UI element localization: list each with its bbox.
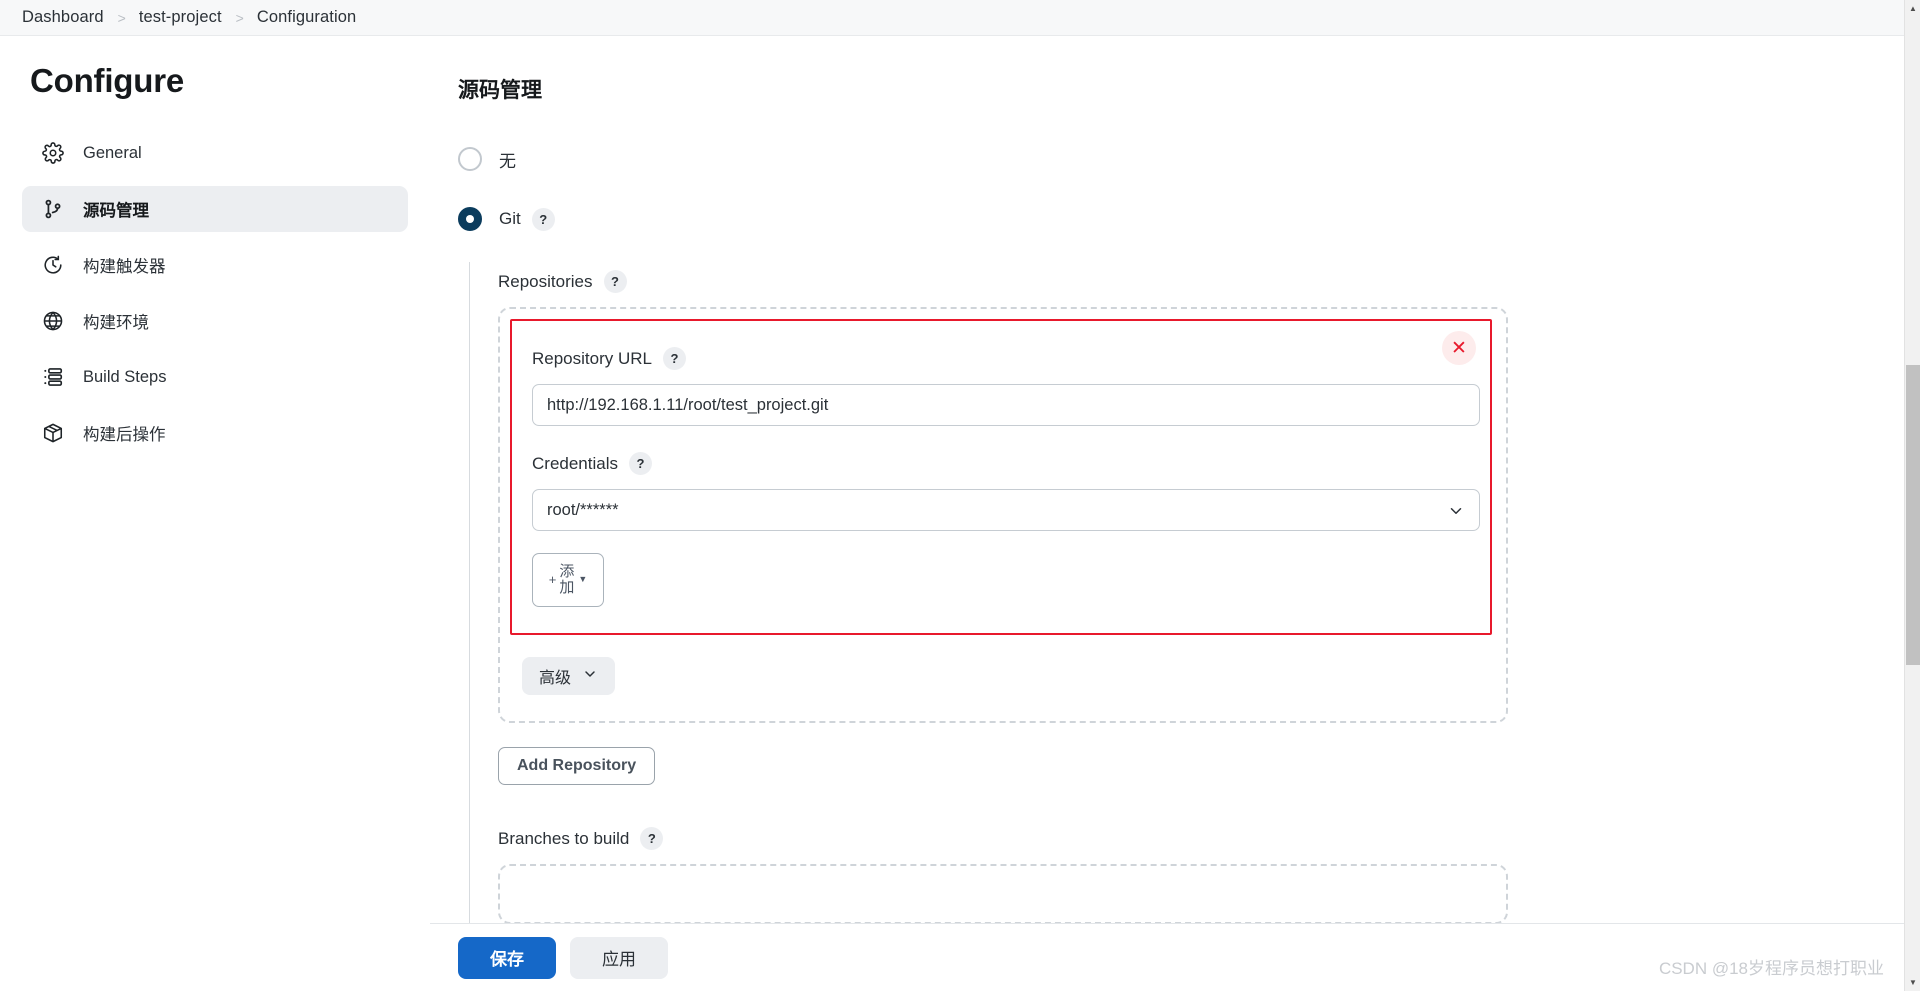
help-icon-repository-url[interactable]: ? [663, 347, 686, 370]
sidebar-item-label: 构建环境 [83, 314, 149, 332]
clock-icon [40, 252, 66, 278]
sidebar-item-label: Build Steps [83, 367, 167, 386]
breadcrumb: Dashboard > test-project > Configuration [0, 0, 1904, 36]
breadcrumb-item-configuration[interactable]: Configuration [257, 8, 356, 27]
git-settings-block: Repositories ? ✕ Repository URL ? Creden… [469, 262, 1904, 924]
plus-icon: + [548, 572, 557, 588]
sidebar-item-general[interactable]: General [22, 130, 408, 176]
add-credentials-button[interactable]: + 添加 ▼ [532, 553, 604, 607]
breadcrumb-item-project[interactable]: test-project [139, 8, 222, 27]
add-repository-button[interactable]: Add Repository [498, 747, 656, 785]
help-icon-branches[interactable]: ? [640, 827, 664, 850]
sidebar-item-label: 源码管理 [83, 202, 149, 220]
branches-to-build-label: Branches to build [498, 828, 630, 848]
help-icon-git[interactable]: ? [531, 207, 555, 231]
page-scrollbar[interactable]: ▲ ▼ [1904, 0, 1920, 991]
list-steps-icon [40, 364, 66, 390]
add-credentials-label: 添加 [559, 563, 575, 596]
credentials-select[interactable]: root/****** [532, 489, 1480, 531]
page-title: Configure [30, 62, 185, 99]
advanced-button[interactable]: 高级 [522, 657, 616, 695]
close-icon[interactable]: ✕ [1442, 331, 1476, 365]
radio-none-label: 无 [499, 151, 516, 171]
sidebar-item-build-environment[interactable]: 构建环境 [22, 298, 408, 344]
package-box-icon [40, 420, 66, 446]
repositories-label: Repositories [498, 271, 593, 291]
help-icon-credentials[interactable]: ? [629, 452, 652, 475]
radio-none[interactable] [458, 147, 482, 171]
breadcrumb-separator: > [235, 9, 244, 26]
main-content: 源码管理 无 Git ? Repositories ? ✕ Repository… [430, 36, 1904, 991]
sidebar-item-label: 构建触发器 [83, 258, 166, 276]
help-icon-repositories[interactable]: ? [603, 270, 627, 293]
sidebar-nav: General 源码管理 构建触发器 构建环境 Build Steps 构建后操… [0, 130, 430, 456]
branches-to-build-label-row: Branches to build ? [498, 827, 1904, 850]
scroll-down-icon[interactable]: ▼ [1905, 974, 1920, 991]
scroll-up-icon[interactable]: ▲ [1905, 0, 1920, 17]
apply-button[interactable]: 应用 [570, 936, 668, 979]
credentials-label: Credentials [532, 453, 618, 473]
scm-option-git[interactable]: Git ? [458, 202, 1904, 236]
repositories-label-row: Repositories ? [498, 270, 1904, 293]
branches-container [498, 864, 1508, 924]
globe-icon [40, 308, 66, 334]
chevron-down-icon [582, 666, 598, 687]
sidebar-item-label: 构建后操作 [83, 426, 166, 444]
scrollbar-thumb[interactable] [1906, 365, 1920, 665]
jenkins-configure-page: Dashboard > test-project > Configuration… [0, 0, 1920, 991]
repository-url-input[interactable] [532, 384, 1480, 426]
source-branch-icon [40, 196, 66, 222]
gear-icon [40, 140, 66, 166]
radio-git[interactable] [458, 207, 482, 231]
sidebar-item-build-triggers[interactable]: 构建触发器 [22, 242, 408, 288]
credentials-label-row: Credentials ? [532, 452, 1468, 475]
credentials-select-wrap: root/****** [532, 489, 1480, 531]
radio-git-label: Git [499, 209, 521, 228]
sidebar-item-source-code-management[interactable]: 源码管理 [22, 186, 408, 232]
repository-entry: ✕ Repository URL ? Credentials ? root/**… [510, 319, 1492, 635]
watermark: CSDN @18岁程序员想打职业 [1658, 959, 1884, 978]
sidebar-item-post-build-actions[interactable]: 构建后操作 [22, 410, 408, 456]
breadcrumb-separator: > [117, 9, 126, 26]
scm-option-none[interactable]: 无 [458, 142, 1904, 176]
sidebar: Configure General 源码管理 构建触发器 构建环境 Build … [0, 36, 430, 991]
repositories-container: ✕ Repository URL ? Credentials ? root/**… [498, 307, 1508, 723]
advanced-label: 高级 [539, 670, 572, 687]
caret-down-icon: ▼ [578, 574, 588, 585]
breadcrumb-item-dashboard[interactable]: Dashboard [22, 8, 104, 27]
repository-url-label-row: Repository URL ? [532, 347, 1468, 370]
section-title: 源码管理 [458, 79, 542, 102]
repository-url-label: Repository URL [532, 348, 652, 368]
sidebar-item-build-steps[interactable]: Build Steps [22, 354, 408, 400]
save-button[interactable]: 保存 [458, 936, 556, 979]
sidebar-item-label: General [83, 143, 142, 162]
